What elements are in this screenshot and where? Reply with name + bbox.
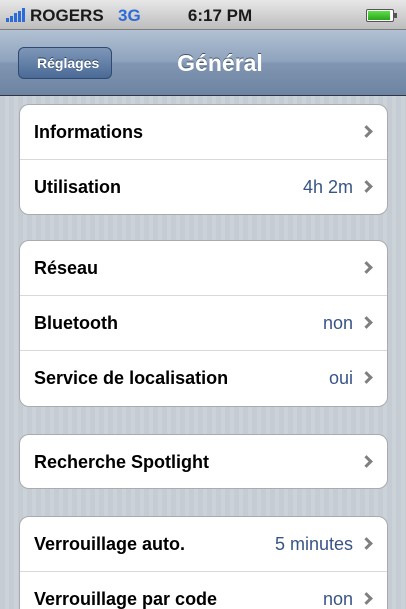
cell-utilisation[interactable]: Utilisation 4h 2m [20,160,387,214]
carrier-name: ROGERS [30,6,104,25]
cell-value: 5 minutes [274,534,353,554]
chevron-right-icon [360,180,373,193]
chevron-right-icon [360,455,373,468]
chevron-right-icon [360,125,373,138]
settings-group-about: Informations Utilisation 4h 2m [19,104,388,215]
settings-group-lock: Verrouillage auto. 5 minutes Verrouillag… [19,516,388,609]
navigation-bar: Réglages Général [0,30,406,96]
chevron-right-icon [360,261,373,274]
cell-label: Recherche Spotlight [34,452,210,472]
cell-value: oui [328,368,353,388]
cell-recherche-spotlight[interactable]: Recherche Spotlight [20,435,387,488]
network-type: 3G [118,6,141,25]
chevron-right-icon [360,592,373,605]
cell-value: non [322,589,353,609]
back-button[interactable]: Réglages [18,47,113,79]
battery-level [368,11,391,20]
signal-strength-icon [6,8,28,22]
cell-label: Verrouillage auto. [34,534,186,554]
chevron-right-icon [360,537,373,550]
settings-group-spotlight: Recherche Spotlight [19,434,388,489]
cell-verrouillage-code[interactable]: Verrouillage par code non [20,572,387,609]
cell-label: Réseau [34,258,99,278]
cell-value: non [322,313,353,333]
back-button-label: Réglages [37,55,100,71]
cell-bluetooth[interactable]: Bluetooth non [20,296,387,351]
cell-informations[interactable]: Informations [20,105,387,160]
cell-label: Verrouillage par code [34,589,218,609]
status-bar: ROGERS 3G 6:17 PM [0,0,406,30]
settings-group-network: Réseau Bluetooth non Service de localisa… [19,240,388,407]
cell-verrouillage-auto[interactable]: Verrouillage auto. 5 minutes [20,517,387,572]
cell-label: Informations [34,122,144,142]
cell-label: Bluetooth [34,313,118,333]
battery-icon [366,9,397,22]
cell-label: Service de localisation [34,368,229,388]
cell-value: 4h 2m [302,177,353,197]
status-time: 6:17 PM [187,6,253,25]
chevron-right-icon [360,316,373,329]
cell-service-localisation[interactable]: Service de localisation oui [20,351,387,406]
chevron-right-icon [360,371,373,384]
cell-reseau[interactable]: Réseau [20,241,387,296]
page-title: Général [177,50,263,76]
cell-label: Utilisation [34,177,122,197]
